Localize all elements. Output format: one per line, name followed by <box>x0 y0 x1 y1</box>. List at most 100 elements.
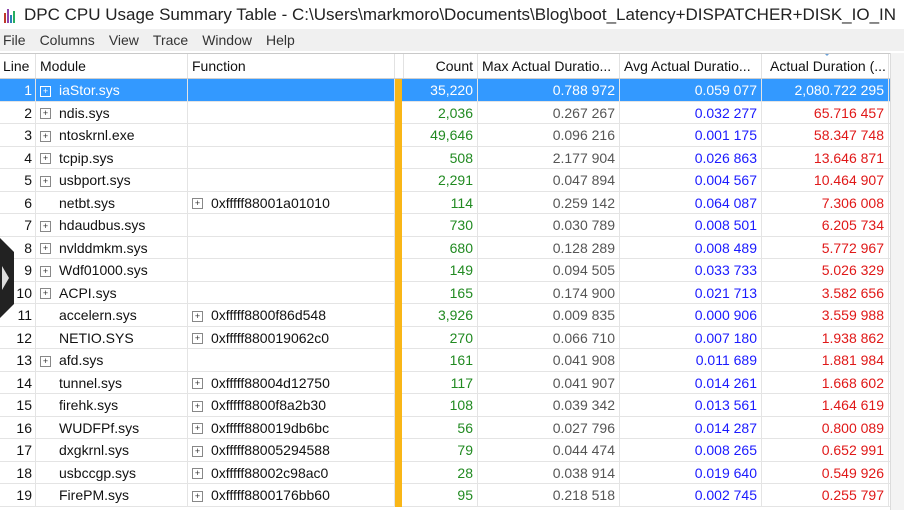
group-divider-bar <box>395 461 402 484</box>
table-row[interactable]: 16 WUDFPf.sys +0xfffff880019db6bc 56 0.027 7… <box>0 416 904 439</box>
expand-icon[interactable]: + <box>192 468 203 480</box>
cell-avg-duration: 0.004 567 <box>620 169 762 192</box>
header-line[interactable]: Line <box>0 54 36 78</box>
table-row[interactable]: 12 NETIO.SYS +0xfffff880019062c0 270 0.066 7… <box>0 326 904 349</box>
cell-avg-duration: 0.011 689 <box>620 349 762 372</box>
cell-line: 6 <box>0 191 36 214</box>
table-row[interactable]: 17 dxgkrnl.sys +0xfffff88005294588 79 0.044 … <box>0 439 904 462</box>
expand-icon[interactable]: + <box>40 175 51 187</box>
expand-icon[interactable]: + <box>40 130 51 142</box>
cell-avg-duration: 0.001 175 <box>620 124 762 147</box>
expand-icon[interactable]: + <box>192 400 203 412</box>
cell-avg-duration: 0.019 640 <box>620 461 762 484</box>
table-row[interactable]: 11 accelern.sys +0xfffff8800f86d548 3,926 0.… <box>0 304 904 327</box>
table-row[interactable]: 7 + hdaudbus.sys 730 0.030 789 0.008 501 6.205… <box>0 214 904 237</box>
cell-line: 12 <box>0 326 36 349</box>
cell-max-duration: 0.094 505 <box>478 259 620 282</box>
cell-module: FirePM.sys <box>36 484 188 507</box>
module-name: dxgkrnl.sys <box>59 442 130 458</box>
cell-actual-duration: 6.205 734 <box>762 214 889 237</box>
table-row[interactable]: 13 + afd.sys 161 0.041 908 0.011 689 1.881 984 <box>0 349 904 372</box>
header-actual-duration[interactable]: Actual Duration (... <box>762 54 889 78</box>
cell-function: +0xfffff880019062c0 <box>188 326 395 349</box>
table-row[interactable]: 18 usbccgp.sys +0xfffff88002c98ac0 28 0.038 … <box>0 461 904 484</box>
cell-count: 79 <box>404 439 478 462</box>
table-row[interactable]: 14 tunnel.sys +0xfffff88004d12750 117 0.041 … <box>0 371 904 394</box>
menu-view[interactable]: View <box>105 32 143 48</box>
cell-line: 18 <box>0 461 36 484</box>
cell-avg-duration: 0.032 277 <box>620 101 762 124</box>
header-module[interactable]: Module <box>36 54 188 78</box>
function-address: 0xfffff8800f8a2b30 <box>211 397 326 413</box>
expand-icon[interactable]: + <box>192 310 203 322</box>
table-row[interactable]: 3 + ntoskrnl.exe 49,646 0.096 216 0.001 175 58… <box>0 124 904 147</box>
table-row[interactable]: 10 + ACPI.sys 165 0.174 900 0.021 713 3.582 65… <box>0 281 904 304</box>
expand-icon[interactable]: + <box>40 220 51 232</box>
cell-function <box>188 146 395 169</box>
window-title: DPC CPU Usage Summary Table - C:\Users\m… <box>24 4 897 24</box>
table-row[interactable]: 8 + nvlddmkm.sys 680 0.128 289 0.008 489 5.772… <box>0 236 904 259</box>
collapse-pane-arrow-icon[interactable] <box>0 228 14 328</box>
group-divider-bar <box>395 191 402 214</box>
table-header: Line Module Function Count Max Actual Du… <box>0 54 904 79</box>
expand-icon[interactable]: + <box>40 265 51 277</box>
header-max-duration[interactable]: Max Actual Duratio... <box>478 54 620 78</box>
expand-icon[interactable]: + <box>40 153 51 165</box>
function-address: 0xfffff880019db6bc <box>211 419 330 436</box>
expand-icon[interactable]: + <box>40 108 51 120</box>
expand-icon[interactable]: + <box>192 490 203 502</box>
menu-columns[interactable]: Columns <box>36 32 99 48</box>
group-divider-bar <box>395 371 402 394</box>
module-name: nvlddmkm.sys <box>59 239 148 256</box>
cell-actual-duration: 58.347 748 <box>762 124 889 147</box>
cell-count: 49,646 <box>404 124 478 147</box>
function-address: 0xfffff88005294588 <box>211 442 330 458</box>
table-row[interactable]: 9 + Wdf01000.sys 149 0.094 505 0.033 733 5.026… <box>0 259 904 282</box>
module-name: iaStor.sys <box>59 82 120 98</box>
cell-avg-duration: 0.000 906 <box>620 304 762 327</box>
table-row[interactable]: 2 + ndis.sys 2,036 0.267 267 0.032 277 65.716 … <box>0 101 904 124</box>
cell-max-duration: 0.788 972 <box>478 79 620 102</box>
group-divider-bar <box>395 169 402 192</box>
table-row[interactable]: 15 firehk.sys +0xfffff8800f8a2b30 108 0.039 … <box>0 394 904 417</box>
header-avg-duration[interactable]: Avg Actual Duratio... <box>620 54 762 78</box>
expand-icon[interactable]: + <box>40 355 51 367</box>
expand-icon[interactable]: + <box>192 333 203 345</box>
expand-icon[interactable]: + <box>40 243 51 255</box>
cell-avg-duration: 0.026 863 <box>620 146 762 169</box>
expand-icon[interactable]: + <box>192 423 203 435</box>
expand-icon[interactable]: + <box>40 85 51 97</box>
menu-help[interactable]: Help <box>262 32 299 48</box>
cell-actual-duration: 2,080.722 295 <box>762 79 889 102</box>
menu-file[interactable]: File <box>0 32 30 48</box>
cell-max-duration: 0.039 342 <box>478 394 620 417</box>
table-row[interactable]: 19 FirePM.sys +0xfffff8800176bb60 95 0.218 5… <box>0 484 904 507</box>
expand-icon[interactable]: + <box>40 288 51 300</box>
table-row[interactable]: 5 + usbport.sys 2,291 0.047 894 0.004 567 10.4… <box>0 169 904 192</box>
cell-line: 4 <box>0 146 36 169</box>
header-group-divider[interactable] <box>395 54 404 78</box>
cell-avg-duration: 0.064 087 <box>620 191 762 214</box>
expand-icon[interactable]: + <box>192 198 203 210</box>
cell-actual-duration: 3.559 988 <box>762 304 889 327</box>
cell-module: + tcpip.sys <box>36 146 188 169</box>
cell-avg-duration: 0.021 713 <box>620 281 762 304</box>
module-name: usbport.sys <box>59 172 131 188</box>
vertical-scrollbar[interactable] <box>890 53 904 510</box>
header-function[interactable]: Function <box>188 54 395 78</box>
group-divider-bar <box>395 484 402 507</box>
cell-count: 2,291 <box>404 169 478 192</box>
cell-max-duration: 0.174 900 <box>478 281 620 304</box>
menu-trace[interactable]: Trace <box>149 32 192 48</box>
menu-window[interactable]: Window <box>198 32 256 48</box>
cell-count: 117 <box>404 371 478 394</box>
expand-icon[interactable]: + <box>192 378 203 390</box>
cell-count: 165 <box>404 281 478 304</box>
cell-count: 56 <box>404 416 478 439</box>
expand-icon[interactable]: + <box>192 445 203 457</box>
function-address: 0xfffff88001a01010 <box>211 194 330 211</box>
table-row[interactable]: 4 + tcpip.sys 508 2.177 904 0.026 863 13.646 8… <box>0 146 904 169</box>
header-count[interactable]: Count <box>404 54 478 78</box>
table-row[interactable]: 6 netbt.sys +0xfffff88001a01010 114 0.259 14… <box>0 191 904 214</box>
table-row[interactable]: 1 + iaStor.sys 35,220 0.788 972 0.059 077 2,08… <box>0 79 904 102</box>
